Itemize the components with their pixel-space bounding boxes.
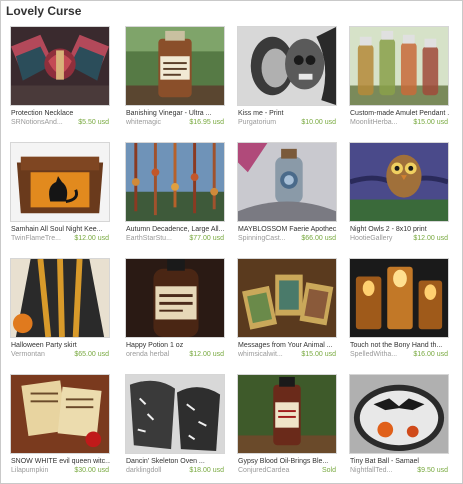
item-thumbnail[interactable]	[125, 374, 225, 454]
item-grid: Protection Necklace SRNotionsAnd... $5.5…	[10, 26, 458, 476]
item-shop[interactable]: TwinFlameTre...	[11, 234, 83, 243]
item-name[interactable]: Kiss me - Print	[238, 109, 337, 118]
item-price: $10.00 usd	[301, 119, 336, 126]
item-card[interactable]: Autumn Decadence, Large All... EarthStar…	[125, 142, 225, 247]
item-price: $12.00 usd	[413, 235, 448, 242]
item-card[interactable]: Protection Necklace SRNotionsAnd... $5.5…	[10, 26, 110, 131]
item-name[interactable]: Messages from Your Animal ...	[238, 341, 337, 350]
item-thumbnail[interactable]	[10, 142, 110, 222]
item-name[interactable]: Dancin' Skeleton Oven ...	[126, 457, 225, 466]
item-shop[interactable]: MoonlitHerba...	[350, 118, 422, 127]
item-thumbnail[interactable]	[10, 374, 110, 454]
item-thumbnail[interactable]	[237, 142, 337, 222]
item-price: $77.00 usd	[189, 235, 224, 242]
item-shop[interactable]: NightfallTed...	[350, 466, 422, 475]
item-thumbnail[interactable]	[349, 26, 449, 106]
item-shop[interactable]: EarthStarStu...	[126, 234, 198, 243]
item-card[interactable]: Happy Potion 1 oz orenda herbal $12.00 u…	[125, 258, 225, 363]
item-shop[interactable]: Lilapumpkin	[11, 466, 83, 475]
item-thumbnail[interactable]	[125, 142, 225, 222]
item-card[interactable]: Gypsy Blood Oil-Brings Ble... ConjuredCa…	[237, 374, 337, 479]
item-name[interactable]: SNOW WHITE evil queen witc...	[11, 457, 110, 466]
item-card[interactable]: Night Owls 2 - 8x10 print HootieGallery …	[349, 142, 449, 247]
item-name[interactable]: Night Owls 2 - 8x10 print	[350, 225, 449, 234]
item-price: $15.00 usd	[413, 119, 448, 126]
item-shop[interactable]: HootieGallery	[350, 234, 422, 243]
item-price: Sold	[321, 467, 336, 474]
item-thumbnail[interactable]	[10, 258, 110, 338]
item-name[interactable]: Custom-made Amulet Pendant ...	[350, 109, 449, 118]
item-price: $15.00 usd	[301, 351, 336, 358]
item-thumbnail[interactable]	[349, 374, 449, 454]
item-card[interactable]: Messages from Your Animal ... whimsicalw…	[237, 258, 337, 363]
item-name[interactable]: MAYBLOSSOM Faerie Apothec...	[238, 225, 337, 234]
item-shop[interactable]: Purgatorium	[238, 118, 310, 127]
item-shop[interactable]: SpelledWitha...	[350, 350, 422, 359]
item-shop[interactable]: Vermontan	[11, 350, 83, 359]
item-shop[interactable]: whimsicalwit...	[238, 350, 310, 359]
item-price: $30.00 usd	[74, 467, 109, 474]
item-price: $9.50 usd	[417, 467, 448, 474]
item-card[interactable]: Kiss me - Print Purgatorium $10.00 usd	[237, 26, 337, 131]
item-name[interactable]: Touch not the Bony Hand th...	[350, 341, 449, 350]
item-name[interactable]: Gypsy Blood Oil-Brings Ble...	[238, 457, 337, 466]
item-card[interactable]: Tiny Bat Ball - Samael NightfallTed... $…	[349, 374, 449, 479]
item-price: $16.95 usd	[189, 119, 224, 126]
item-name[interactable]: Protection Necklace	[11, 109, 110, 118]
item-shop[interactable]: ConjuredCardea	[238, 466, 310, 475]
item-card[interactable]: Touch not the Bony Hand th... SpelledWit…	[349, 258, 449, 363]
item-shop[interactable]: SRNotionsAnd...	[11, 118, 83, 127]
item-name[interactable]: Tiny Bat Ball - Samael	[350, 457, 449, 466]
item-price: $12.00 usd	[74, 235, 109, 242]
item-price: $5.50 usd	[78, 119, 109, 126]
item-name[interactable]: Samhain All Soul Night Kee...	[11, 225, 110, 234]
item-thumbnail[interactable]	[349, 258, 449, 338]
item-name[interactable]: Banishing Vinegar - Ultra ...	[126, 109, 225, 118]
item-thumbnail[interactable]	[125, 26, 225, 106]
item-card[interactable]: MAYBLOSSOM Faerie Apothec... SpinningCas…	[237, 142, 337, 247]
treasury-title: Lovely Curse	[6, 4, 82, 18]
item-card[interactable]: Custom-made Amulet Pendant ... MoonlitHe…	[349, 26, 449, 131]
item-thumbnail[interactable]	[10, 26, 110, 106]
item-card[interactable]: Dancin' Skeleton Oven ... darklingdoll $…	[125, 374, 225, 479]
item-shop[interactable]: darklingdoll	[126, 466, 198, 475]
item-shop[interactable]: whitemagic	[126, 118, 198, 127]
item-price: $16.00 usd	[413, 351, 448, 358]
item-shop[interactable]: orenda herbal	[126, 350, 198, 359]
item-thumbnail[interactable]	[237, 26, 337, 106]
item-price: $12.00 usd	[189, 351, 224, 358]
item-name[interactable]: Halloween Party skirt	[11, 341, 110, 350]
item-card[interactable]: SNOW WHITE evil queen witc... Lilapumpki…	[10, 374, 110, 479]
item-card[interactable]: Halloween Party skirt Vermontan $65.00 u…	[10, 258, 110, 363]
item-thumbnail[interactable]	[125, 258, 225, 338]
item-thumbnail[interactable]	[237, 374, 337, 454]
item-name[interactable]: Happy Potion 1 oz	[126, 341, 225, 350]
item-thumbnail[interactable]	[237, 258, 337, 338]
item-shop[interactable]: SpinningCast...	[238, 234, 310, 243]
item-price: $66.00 usd	[301, 235, 336, 242]
item-thumbnail[interactable]	[349, 142, 449, 222]
item-price: $65.00 usd	[74, 351, 109, 358]
item-card[interactable]: Samhain All Soul Night Kee... TwinFlameT…	[10, 142, 110, 247]
treasury-panel: Lovely Curse Protection Necklace SRNotio…	[0, 0, 463, 484]
item-card[interactable]: Banishing Vinegar - Ultra ... whitemagic…	[125, 26, 225, 131]
item-name[interactable]: Autumn Decadence, Large All...	[126, 225, 225, 234]
item-price: $18.00 usd	[189, 467, 224, 474]
